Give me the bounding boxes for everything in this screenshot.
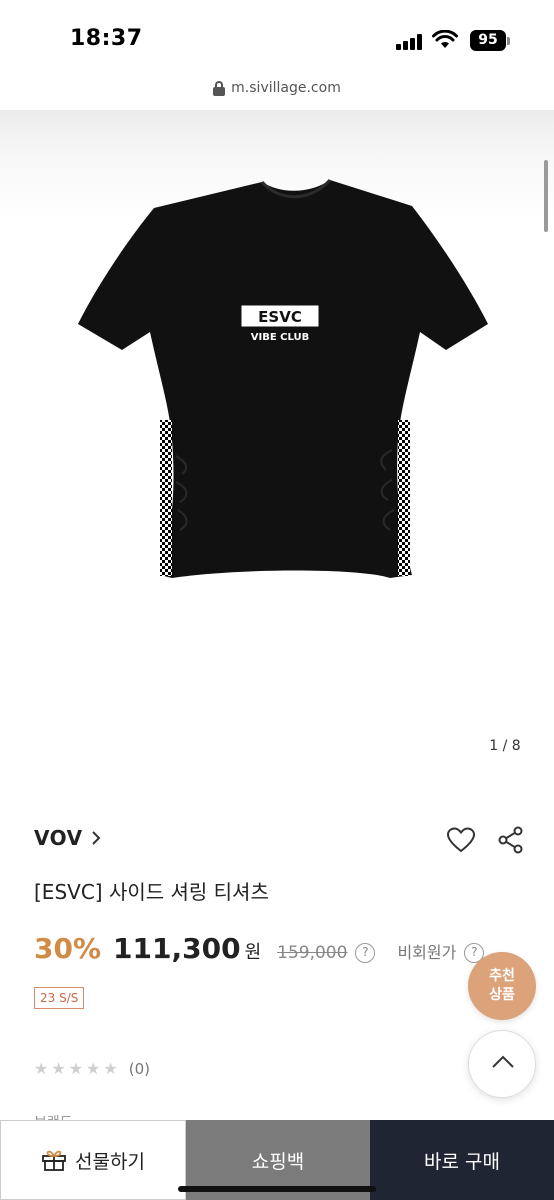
url-bar[interactable]: m.sivillage.com <box>0 78 554 110</box>
status-time: 18:37 <box>70 26 143 51</box>
heart-icon[interactable] <box>446 826 476 854</box>
gift-button[interactable]: 선물하기 <box>0 1120 186 1200</box>
currency-unit: 원 <box>244 942 262 963</box>
logo-text-vibe-club: VIBE CLUB <box>251 332 310 343</box>
star-icon: ★ <box>86 1059 101 1078</box>
recommend-label-1: 추천 <box>489 968 515 984</box>
battery-tip <box>507 37 510 45</box>
image-counter: 1 / 8 <box>489 738 521 754</box>
review-count: (0) <box>128 1059 150 1078</box>
product-image: ESVC VIBE CLUB <box>78 178 488 578</box>
sale-price: 111,300 <box>113 932 241 965</box>
recommend-label-2: 상품 <box>489 987 515 1003</box>
product-title: [ESVC] 사이드 셔링 티셔츠 <box>34 880 269 904</box>
season-badge: 23 S/S <box>34 987 85 1009</box>
star-icon: ★ <box>103 1059 118 1078</box>
gift-label: 선물하기 <box>75 1150 145 1173</box>
star-icon: ★ <box>34 1059 49 1078</box>
star-icon: ★ <box>68 1059 84 1078</box>
price-row: 30% 111,300 원 159,000 ? 비회원가 ? <box>34 932 485 965</box>
scroll-to-top-button[interactable] <box>468 1030 536 1098</box>
brand-link[interactable]: VOV <box>34 826 101 850</box>
rating-row[interactable]: ★ ★ ★ ★ ★ (0) <box>34 1059 150 1078</box>
chevron-right-icon <box>91 831 100 845</box>
original-price: 159,000 <box>277 943 348 963</box>
wifi-icon <box>432 30 458 48</box>
buy-now-button[interactable]: 바로 구매 <box>370 1120 554 1200</box>
recommend-products-button[interactable]: 추천 상품 <box>468 952 536 1020</box>
logo-text-esvc: ESVC <box>258 308 302 326</box>
battery-indicator: 95 <box>470 30 506 51</box>
lock-icon <box>213 80 226 96</box>
brand-name: VOV <box>34 826 83 850</box>
cellular-signal-icon <box>396 34 424 50</box>
nonmember-price-label: 비회원가 <box>397 943 457 962</box>
discount-rate: 30% <box>34 932 102 965</box>
share-icon[interactable] <box>497 826 525 854</box>
chevron-up-icon <box>492 1055 514 1068</box>
star-icon: ★ <box>51 1059 66 1078</box>
url-text: m.sivillage.com <box>231 80 341 96</box>
gift-icon <box>42 1150 66 1171</box>
price-help-icon[interactable]: ? <box>355 943 376 963</box>
scrollbar[interactable] <box>544 160 548 232</box>
status-bar: 18:37 95 <box>0 0 554 78</box>
home-indicator <box>178 1186 376 1192</box>
product-image-gallery[interactable]: ESVC VIBE CLUB <box>0 110 554 790</box>
